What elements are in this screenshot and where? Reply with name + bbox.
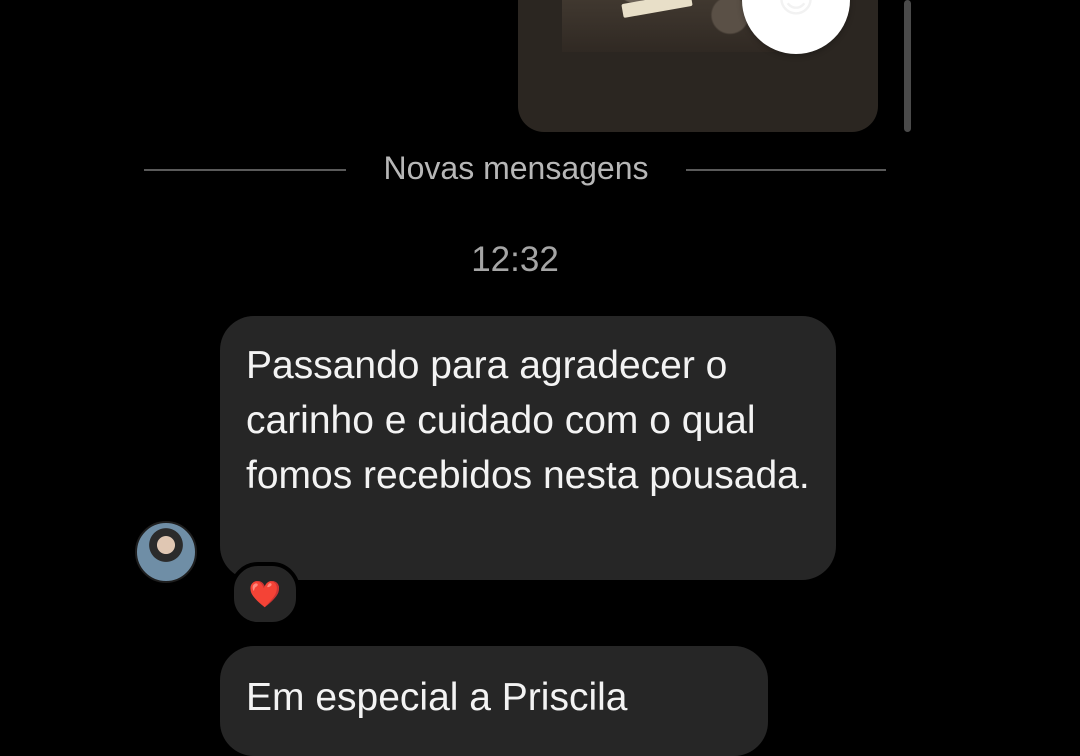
received-message-bubble[interactable]: Passando para agradecer o carinho e cuid… [220,316,836,580]
new-messages-divider-left [144,169,346,171]
message-text: Passando para agradecer o carinho e cuid… [246,344,810,497]
message-text-2: Em especial a Priscila [246,676,628,719]
story-sticker [621,0,693,18]
message-reaction[interactable]: ❤️ [230,562,300,626]
heart-icon: ❤️ [248,578,282,609]
new-messages-divider-right [686,169,886,171]
received-message-bubble-2[interactable]: Em especial a Priscila [220,646,768,756]
scrollbar[interactable] [904,0,911,132]
heart-eyes-emoji-icon: 😍 [777,0,815,18]
message-timestamp: 12:32 [471,240,559,279]
sender-avatar[interactable] [135,521,197,583]
story-reply-card[interactable]: 😍 [518,0,878,132]
new-messages-label: Novas mensagens [383,150,649,186]
